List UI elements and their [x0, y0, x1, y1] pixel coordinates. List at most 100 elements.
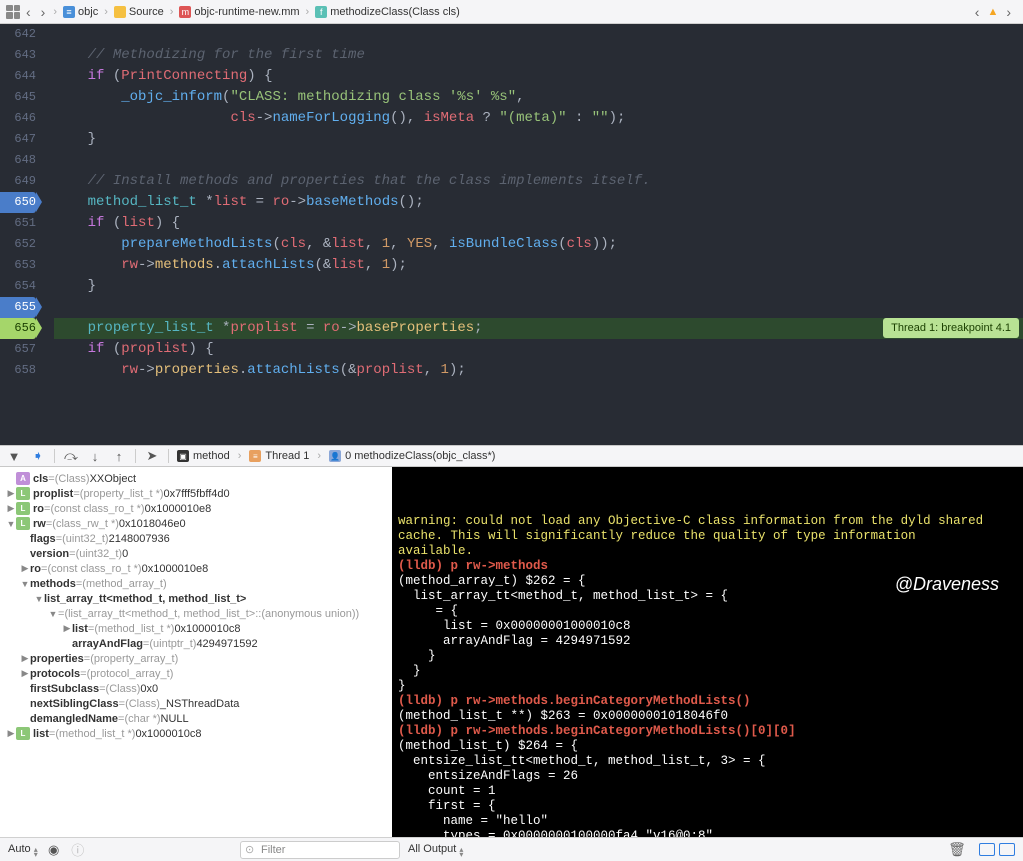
var-name: firstSubclass — [30, 683, 99, 695]
gutter-line-642[interactable]: 642 — [0, 24, 36, 45]
variable-row[interactable]: demangledName = (char *) NULL — [0, 711, 392, 726]
nav-back-button[interactable]: ‹ — [22, 4, 35, 20]
variable-row[interactable]: arrayAndFlag = (uintptr_t) 4294971592 — [0, 636, 392, 651]
code-line-657[interactable]: if (proplist) { — [54, 339, 1023, 360]
console-pane[interactable]: @Draveness warning: could not load any O… — [392, 467, 1023, 837]
gutter-line-657[interactable]: 657 — [0, 339, 36, 360]
disclosure-triangle[interactable]: ▶ — [6, 728, 16, 739]
disclosure-triangle[interactable]: ▼ — [48, 609, 58, 619]
debug-crumb-2[interactable]: 👤0 methodizeClass(objc_class*) — [329, 450, 495, 462]
gutter-line-656[interactable]: 656 — [0, 318, 36, 339]
breadcrumb-item-3[interactable]: fmethodizeClass(Class cls) — [313, 6, 462, 18]
variable-row[interactable]: flags = (uint32_t) 2148007936 — [0, 531, 392, 546]
code-area[interactable]: // Methodizing for the first time if (Pr… — [44, 24, 1023, 445]
gutter-line-651[interactable]: 651 — [0, 213, 36, 234]
disclosure-triangle[interactable]: ▼ — [6, 519, 16, 529]
step-into-button[interactable]: ↓ — [87, 448, 103, 464]
variable-row[interactable]: ▶Lproplist = (property_list_t *) 0x7fff5… — [0, 486, 392, 501]
continue-button[interactable]: ➧ — [30, 448, 46, 464]
gutter-line-650[interactable]: 650 — [0, 192, 36, 213]
gutter-line-649[interactable]: 649 — [0, 171, 36, 192]
console-line: entsizeAndFlags = 26 — [398, 769, 1017, 784]
gutter-line-647[interactable]: 647 — [0, 129, 36, 150]
gutter-line-646[interactable]: 646 — [0, 108, 36, 129]
variable-row[interactable]: ▶Llist = (method_list_t *) 0x1000010c8 — [0, 726, 392, 741]
code-line-653[interactable]: rw->methods.attachLists(&list, 1); — [54, 255, 1023, 276]
variables-filter-input[interactable]: Filter — [240, 841, 400, 859]
variable-row[interactable]: ▶protocols = (protocol_array_t) — [0, 666, 392, 681]
variable-row[interactable]: ▼ = (list_array_tt<method_t, method_list… — [0, 606, 392, 621]
gutter-line-648[interactable]: 648 — [0, 150, 36, 171]
gutter-line-654[interactable]: 654 — [0, 276, 36, 297]
variable-row[interactable]: version = (uint32_t) 0 — [0, 546, 392, 561]
breadcrumb-item-1[interactable]: Source — [112, 6, 166, 18]
disclosure-triangle[interactable]: ▶ — [6, 503, 16, 514]
prev-issue-button[interactable]: ‹ — [971, 4, 984, 20]
code-editor[interactable]: 6426436446456466476486496506516526536546… — [0, 24, 1023, 445]
warning-icon[interactable]: ▲ — [987, 6, 998, 18]
gutter-line-658[interactable]: 658 — [0, 360, 36, 381]
gutter-line-644[interactable]: 644 — [0, 66, 36, 87]
clear-console-button[interactable]: 🗑 — [949, 842, 965, 858]
code-line-656[interactable]: property_list_t *proplist = ro->baseProp… — [54, 318, 1023, 339]
disclosure-triangle[interactable]: ▼ — [34, 594, 44, 604]
var-type: (protocol_array_t) — [87, 668, 174, 680]
variable-row[interactable]: Acls = (Class) XXObject — [0, 471, 392, 486]
variable-row[interactable]: nextSiblingClass = (Class) _NSThreadData — [0, 696, 392, 711]
variable-row[interactable]: ▶properties = (property_array_t) — [0, 651, 392, 666]
disclosure-triangle[interactable]: ▶ — [20, 653, 30, 664]
gutter-line-643[interactable]: 643 — [0, 45, 36, 66]
disclosure-triangle[interactable]: ▼ — [20, 579, 30, 589]
variable-row[interactable]: ▼methods = (method_array_t) — [0, 576, 392, 591]
gutter[interactable]: 6426436446456466476486496506516526536546… — [0, 24, 44, 445]
code-line-642[interactable] — [54, 24, 1023, 45]
related-items-icon[interactable] — [6, 5, 20, 19]
code-line-655[interactable] — [54, 297, 1023, 318]
disclosure-triangle[interactable]: ▶ — [6, 488, 16, 499]
gutter-line-645[interactable]: 645 — [0, 87, 36, 108]
disclosure-triangle[interactable]: ▶ — [62, 623, 72, 634]
code-line-652[interactable]: prepareMethodLists(cls, &list, 1, YES, i… — [54, 234, 1023, 255]
disclosure-triangle[interactable]: ▶ — [20, 563, 30, 574]
step-out-button[interactable]: ↑ — [111, 448, 127, 464]
gutter-line-652[interactable]: 652 — [0, 234, 36, 255]
code-line-654[interactable]: } — [54, 276, 1023, 297]
breadcrumb-item-2[interactable]: mobjc-runtime-new.mm — [177, 6, 301, 18]
variable-row[interactable]: ▶list = (method_list_t *) 0x1000010c8 — [0, 621, 392, 636]
location-button[interactable]: ➤ — [144, 448, 160, 464]
code-line-647[interactable]: } — [54, 129, 1023, 150]
quicklook-icon[interactable]: ◉ — [46, 842, 62, 858]
gutter-line-653[interactable]: 653 — [0, 255, 36, 276]
next-issue-button[interactable]: › — [1002, 4, 1015, 20]
console-line: = { — [398, 604, 1017, 619]
code-line-645[interactable]: _objc_inform("CLASS: methodizing class '… — [54, 87, 1023, 108]
info-icon[interactable]: ⓘ — [70, 842, 86, 858]
code-line-648[interactable] — [54, 150, 1023, 171]
nav-forward-button[interactable]: › — [37, 4, 50, 20]
auto-button[interactable]: Auto ▴▾ — [8, 843, 38, 857]
variables-pane[interactable]: Acls = (Class) XXObject▶Lproplist = (pro… — [0, 467, 392, 837]
variable-row[interactable]: ▼list_array_tt<method_t, method_list_t> — [0, 591, 392, 606]
debug-crumb-1[interactable]: ≡Thread 1 — [249, 450, 309, 462]
variable-row[interactable]: ▶Lro = (const class_ro_t *) 0x1000010e8 — [0, 501, 392, 516]
disclosure-triangle[interactable]: ▶ — [20, 668, 30, 679]
code-line-650[interactable]: method_list_t *list = ro->baseMethods(); — [54, 192, 1023, 213]
variable-row[interactable]: firstSubclass = (Class) 0x0 — [0, 681, 392, 696]
output-filter-button[interactable]: All Output ▴▾ — [408, 843, 463, 857]
step-over-button[interactable]: ⤼ — [63, 448, 79, 464]
debug-crumb-0[interactable]: ▣method — [177, 450, 230, 462]
function-icon: f — [315, 6, 327, 18]
code-line-646[interactable]: cls->nameForLogging(), isMeta ? "(meta)"… — [54, 108, 1023, 129]
right-pane-toggle[interactable] — [999, 843, 1015, 856]
gutter-line-655[interactable]: 655 — [0, 297, 36, 318]
code-line-651[interactable]: if (list) { — [54, 213, 1023, 234]
code-line-643[interactable]: // Methodizing for the first time — [54, 45, 1023, 66]
left-pane-toggle[interactable] — [979, 843, 995, 856]
code-line-644[interactable]: if (PrintConnecting) { — [54, 66, 1023, 87]
code-line-658[interactable]: rw->properties.attachLists(&proplist, 1)… — [54, 360, 1023, 381]
variable-row[interactable]: ▼Lrw = (class_rw_t *) 0x1018046e0 — [0, 516, 392, 531]
toggle-debug-icon[interactable]: ▼ — [6, 448, 22, 464]
code-line-649[interactable]: // Install methods and properties that t… — [54, 171, 1023, 192]
breadcrumb-item-0[interactable]: ≡objc — [61, 6, 100, 18]
variable-row[interactable]: ▶ro = (const class_ro_t *) 0x1000010e8 — [0, 561, 392, 576]
